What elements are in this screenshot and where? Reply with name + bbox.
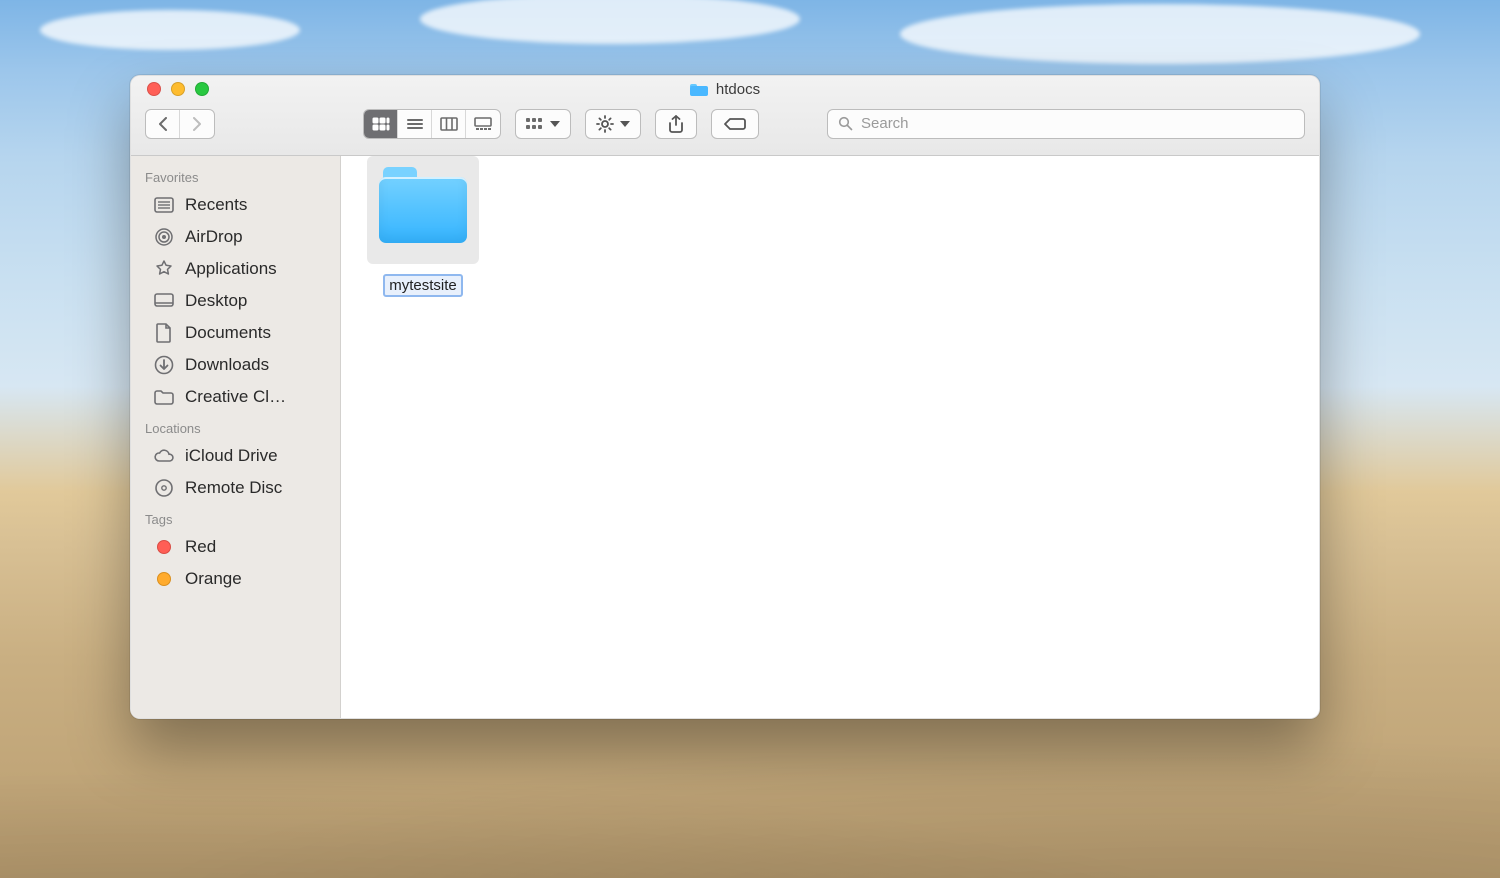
tag-dot-orange-icon bbox=[153, 568, 175, 590]
sidebar-item-remote-disc[interactable]: Remote Disc bbox=[131, 472, 340, 504]
window-title-text: htdocs bbox=[716, 81, 760, 98]
minimize-window-button[interactable] bbox=[171, 82, 185, 96]
folder-icon bbox=[153, 386, 175, 408]
sidebar-item-label: Applications bbox=[185, 259, 277, 279]
share-button[interactable] bbox=[655, 109, 697, 139]
share-icon bbox=[668, 115, 684, 133]
airdrop-icon bbox=[153, 226, 175, 248]
sidebar-item-label: iCloud Drive bbox=[185, 446, 278, 466]
grid-icon bbox=[526, 117, 544, 131]
sidebar-item-label: Desktop bbox=[185, 291, 247, 311]
sidebar: Favorites Recents AirDrop Applications D… bbox=[131, 156, 341, 718]
sidebar-item-label: Red bbox=[185, 537, 216, 557]
sidebar-item-label: Recents bbox=[185, 195, 247, 215]
file-name-edit[interactable]: mytestsite bbox=[383, 274, 463, 297]
section-header-tags: Tags bbox=[131, 504, 340, 531]
chevron-down-icon bbox=[620, 121, 630, 127]
zoom-window-button[interactable] bbox=[195, 82, 209, 96]
section-header-favorites: Favorites bbox=[131, 162, 340, 189]
sidebar-item-creative-cloud[interactable]: Creative Cl… bbox=[131, 381, 340, 413]
search-field[interactable] bbox=[827, 109, 1305, 139]
edit-tags-button[interactable] bbox=[711, 109, 759, 139]
back-button[interactable] bbox=[146, 110, 180, 138]
desktop-icon bbox=[153, 290, 175, 312]
downloads-icon bbox=[153, 354, 175, 376]
tag-dot-red-icon bbox=[153, 536, 175, 558]
sidebar-item-label: Creative Cl… bbox=[185, 387, 286, 407]
documents-icon bbox=[153, 322, 175, 344]
folder-icon bbox=[690, 82, 708, 96]
group-by-button[interactable] bbox=[515, 109, 571, 139]
section-header-locations: Locations bbox=[131, 413, 340, 440]
sidebar-tag-red[interactable]: Red bbox=[131, 531, 340, 563]
close-window-button[interactable] bbox=[147, 82, 161, 96]
folder-icon bbox=[367, 156, 479, 264]
sidebar-item-label: Downloads bbox=[185, 355, 269, 375]
icloud-icon bbox=[153, 445, 175, 467]
remote-disc-icon bbox=[153, 477, 175, 499]
applications-icon bbox=[153, 258, 175, 280]
sidebar-item-label: Remote Disc bbox=[185, 478, 282, 498]
tag-icon bbox=[724, 117, 746, 131]
column-view-button[interactable] bbox=[432, 110, 466, 138]
forward-button[interactable] bbox=[180, 110, 214, 138]
sidebar-item-applications[interactable]: Applications bbox=[131, 253, 340, 285]
icon-view-button[interactable] bbox=[364, 110, 398, 138]
recents-icon bbox=[153, 194, 175, 216]
gear-icon bbox=[596, 115, 614, 133]
search-icon bbox=[838, 116, 853, 131]
list-view-button[interactable] bbox=[398, 110, 432, 138]
file-area[interactable]: mytestsite bbox=[341, 156, 1319, 718]
search-input[interactable] bbox=[861, 115, 1294, 132]
view-switcher bbox=[363, 109, 501, 139]
sidebar-item-downloads[interactable]: Downloads bbox=[131, 349, 340, 381]
sidebar-item-label: Documents bbox=[185, 323, 271, 343]
sidebar-item-label: AirDrop bbox=[185, 227, 243, 247]
finder-window: htdocs bbox=[130, 75, 1320, 719]
nav-back-forward bbox=[145, 109, 215, 139]
window-controls bbox=[131, 82, 209, 96]
file-item[interactable]: mytestsite bbox=[367, 156, 479, 297]
window-title: htdocs bbox=[131, 81, 1319, 98]
sidebar-tag-orange[interactable]: Orange bbox=[131, 563, 340, 595]
gallery-view-button[interactable] bbox=[466, 110, 500, 138]
sidebar-item-label: Orange bbox=[185, 569, 242, 589]
sidebar-item-desktop[interactable]: Desktop bbox=[131, 285, 340, 317]
chevron-down-icon bbox=[550, 121, 560, 127]
titlebar: htdocs bbox=[131, 76, 1319, 156]
action-menu-button[interactable] bbox=[585, 109, 641, 139]
sidebar-item-airdrop[interactable]: AirDrop bbox=[131, 221, 340, 253]
sidebar-item-recents[interactable]: Recents bbox=[131, 189, 340, 221]
sidebar-item-icloud-drive[interactable]: iCloud Drive bbox=[131, 440, 340, 472]
sidebar-item-documents[interactable]: Documents bbox=[131, 317, 340, 349]
